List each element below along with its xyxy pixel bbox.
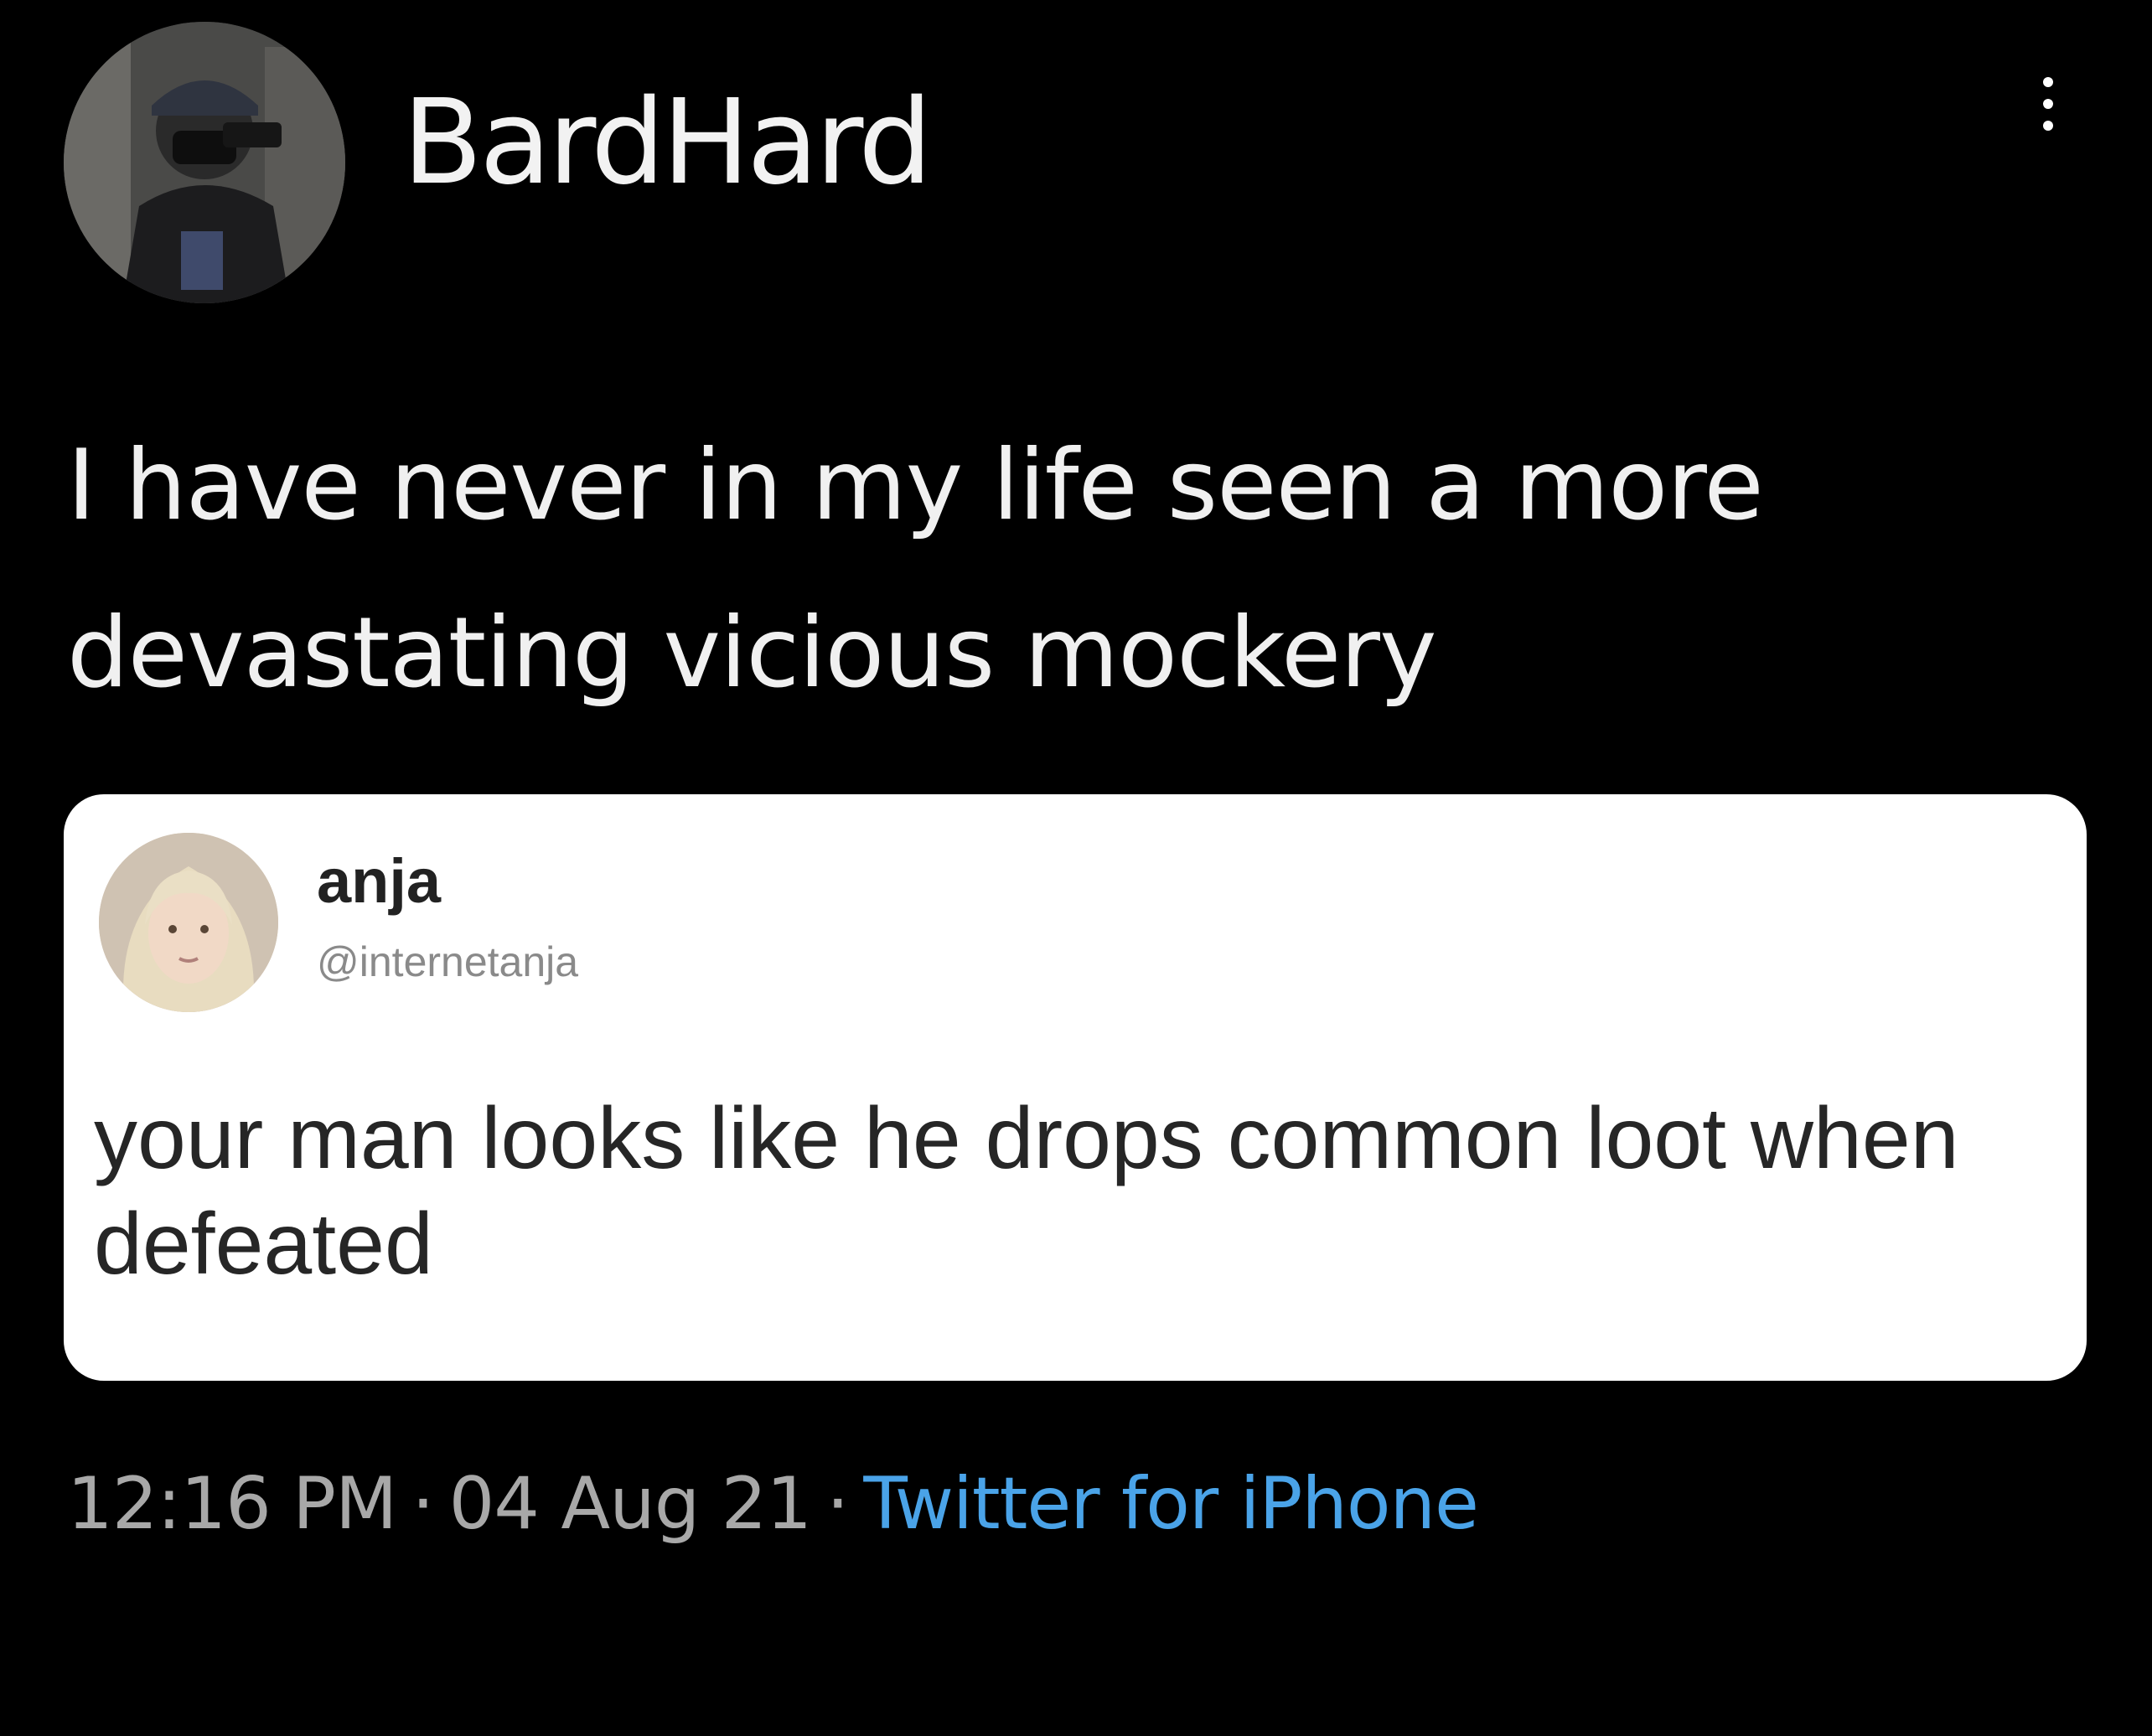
meta-separator: · bbox=[826, 1462, 849, 1546]
tweet-text: I have never in my life seen a more deva… bbox=[67, 429, 1764, 710]
quoted-tweet-card[interactable]: anja @internetanja your man looks like h… bbox=[64, 794, 2087, 1381]
quoted-tweet-text: your man looks like he drops common loot… bbox=[94, 1090, 1959, 1293]
author-display-name[interactable]: BardHard bbox=[402, 72, 933, 214]
meta-separator: · bbox=[411, 1462, 434, 1546]
tweet-metadata: 12:16 PM · 04 Aug 21 · Twitter for iPhone bbox=[67, 1458, 1479, 1550]
quoted-author-name[interactable]: anja bbox=[317, 846, 441, 917]
more-options-icon[interactable] bbox=[2031, 70, 2065, 137]
author-avatar[interactable] bbox=[64, 22, 345, 303]
avatar-photo-icon bbox=[64, 22, 345, 303]
quoted-author-avatar[interactable] bbox=[99, 833, 278, 1012]
quoted-author-handle[interactable]: @internetanja bbox=[317, 937, 578, 987]
tweet-time[interactable]: 12:16 PM bbox=[67, 1462, 397, 1546]
avatar-photo-icon bbox=[99, 833, 278, 1012]
tweet-date[interactable]: 04 Aug 21 bbox=[449, 1462, 812, 1546]
tweet-source-link[interactable]: Twitter for iPhone bbox=[863, 1462, 1478, 1546]
